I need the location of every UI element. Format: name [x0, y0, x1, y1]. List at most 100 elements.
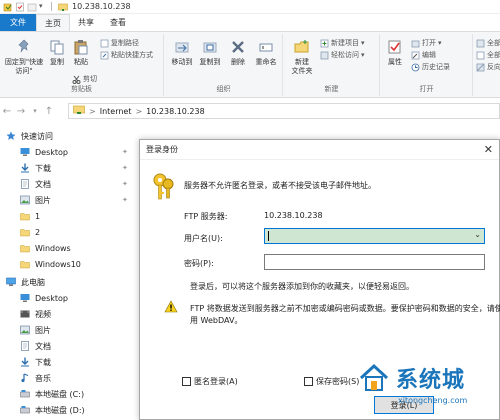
nav-item-label: 图片: [35, 325, 51, 335]
folder-icon: [20, 243, 30, 253]
delete-x-icon: [228, 38, 248, 56]
nav-item[interactable]: Desktop: [20, 290, 68, 306]
nav-item-label: 下载: [35, 357, 51, 367]
nav-item-label: Windows: [35, 243, 71, 253]
close-icon[interactable]: ✕: [484, 143, 493, 156]
nav-item[interactable]: 1: [20, 208, 40, 224]
tab-view[interactable]: 查看: [102, 14, 134, 31]
open-button[interactable]: 打开 ▾: [411, 38, 442, 48]
properties-button[interactable]: 属性: [383, 38, 407, 67]
download-icon: [20, 357, 30, 367]
nav-item[interactable]: 本地磁盘 (C:): [20, 386, 84, 402]
nav-item[interactable]: Desktop: [20, 144, 68, 160]
video-icon: [20, 309, 30, 319]
paste-button[interactable]: 粘贴: [70, 38, 92, 67]
easy-access-button[interactable]: 轻松访问 ▾: [320, 50, 365, 60]
save-password-checkbox[interactable]: 保存密码(S): [304, 376, 359, 387]
tab-share[interactable]: 共享: [70, 14, 102, 31]
edit-button[interactable]: 编辑: [411, 50, 436, 60]
rename-button[interactable]: 重命名: [253, 38, 279, 67]
organize-group-label: 组织: [216, 85, 231, 93]
nav-item-label: 本地磁盘 (C:): [35, 389, 85, 399]
new-folder-icon[interactable]: [27, 2, 37, 12]
watermark-brand: 系统城: [396, 368, 466, 393]
properties-icon[interactable]: [3, 2, 13, 12]
dialog-message: 服务器不允许匿名登录，或者不接受该电子邮件地址。: [184, 181, 376, 190]
pin-icon[interactable]: ✦: [122, 164, 128, 172]
new-item-button[interactable]: 新建项目 ▾: [320, 38, 365, 48]
select-none-button[interactable]: 全部取: [476, 50, 500, 60]
checklist-icon[interactable]: [15, 2, 25, 12]
open-label: 打开: [422, 39, 436, 47]
nav-item-label: Desktop: [35, 147, 68, 157]
chevron-down-icon[interactable]: ▾: [39, 2, 45, 12]
breadcrumb-internet[interactable]: Internet: [100, 107, 132, 116]
drive-icon: [20, 405, 30, 415]
breadcrumb-separator: >: [135, 106, 143, 116]
invert-selection-button[interactable]: 反向选: [476, 62, 500, 72]
properties-check-icon: [385, 38, 405, 56]
properties-label: 属性: [388, 58, 402, 66]
nav-item[interactable]: 图片: [20, 322, 51, 338]
pin-icon[interactable]: ✦: [122, 180, 128, 188]
forward-arrow-icon[interactable]: →: [14, 106, 28, 117]
quick-access-header[interactable]: 快速访问: [6, 128, 53, 144]
nav-item-label: 2: [35, 227, 41, 237]
title-bar: ▾ 10.238.10.238: [0, 0, 500, 14]
move-to-button[interactable]: 移动到: [169, 38, 195, 67]
copy-to-button[interactable]: 复制到: [197, 38, 223, 67]
nav-item[interactable]: 音乐: [20, 370, 51, 386]
cut-button[interactable]: 剪切: [72, 74, 97, 84]
nav-item[interactable]: 图片: [20, 192, 51, 208]
nav-item[interactable]: 下载: [20, 354, 51, 370]
paste-shortcut-button[interactable]: 粘贴快捷方式: [100, 50, 153, 60]
open-icon: [411, 39, 420, 48]
chevron-down-icon[interactable]: ⌄: [474, 230, 481, 239]
tab-file[interactable]: 文件: [0, 14, 36, 31]
drive-icon: [20, 389, 30, 399]
chevron-down-icon[interactable]: ▾: [28, 107, 42, 115]
nav-item-label: 下载: [35, 163, 51, 173]
back-arrow-icon[interactable]: ←: [0, 106, 14, 117]
delete-button[interactable]: 删除: [227, 38, 249, 67]
picture-icon: [20, 195, 30, 205]
nav-item[interactable]: 2: [20, 224, 40, 240]
this-pc-header[interactable]: 此电脑: [6, 274, 45, 290]
desktop-icon: [20, 147, 30, 157]
text-cursor: [268, 231, 269, 241]
nav-item[interactable]: 文档: [20, 338, 51, 354]
copy-path-button[interactable]: 复制路径: [100, 38, 139, 48]
pin-icon[interactable]: ✦: [122, 196, 128, 204]
dialog-title-bar: 登录身份: [140, 140, 499, 160]
address-bar[interactable]: > Internet > 10.238.10.238: [68, 103, 500, 119]
up-arrow-icon[interactable]: ↑: [42, 106, 56, 117]
password-field[interactable]: [264, 254, 485, 270]
nav-item[interactable]: 视频: [20, 306, 51, 322]
nav-item[interactable]: 文档: [20, 176, 51, 192]
new-group: 新建 文件夹 新建项目 ▾ 轻松访问 ▾ 新建: [284, 34, 380, 96]
anonymous-login-checkbox[interactable]: 匿名登录(A): [182, 376, 238, 387]
nav-item[interactable]: 本地磁盘 (D:): [20, 402, 85, 418]
watermark-url: xitongcheng.com: [398, 396, 468, 405]
breadcrumb-server[interactable]: 10.238.10.238: [146, 107, 205, 116]
nav-item-label: Windows10: [35, 259, 81, 269]
select-none-icon: [476, 51, 485, 60]
pin-icon[interactable]: ✦: [122, 148, 128, 156]
nav-item[interactable]: Windows10: [20, 256, 81, 272]
password-label: 密码(P):: [184, 259, 214, 268]
nav-item[interactable]: 下载: [20, 160, 51, 176]
pin-quick-access-button[interactable]: 固定到"快速访问": [2, 38, 46, 76]
nav-item[interactable]: Windows: [20, 240, 71, 256]
new-folder-button[interactable]: 新建 文件夹: [288, 38, 316, 76]
nav-item-label: 本地磁盘 (D:): [35, 405, 85, 415]
history-button[interactable]: 历史记录: [411, 62, 450, 72]
copy-button[interactable]: 复制: [46, 38, 68, 67]
move-to-label: 移动到: [171, 58, 193, 66]
ribbon-tabs: 文件 主页 共享 查看: [0, 14, 500, 32]
select-all-label: 全部选: [487, 39, 500, 47]
username-field[interactable]: ⌄: [264, 228, 485, 244]
tab-home[interactable]: 主页: [36, 14, 70, 31]
history-label: 历史记录: [422, 63, 450, 71]
window-title: 10.238.10.238: [72, 2, 131, 11]
select-all-button[interactable]: 全部选: [476, 38, 500, 48]
